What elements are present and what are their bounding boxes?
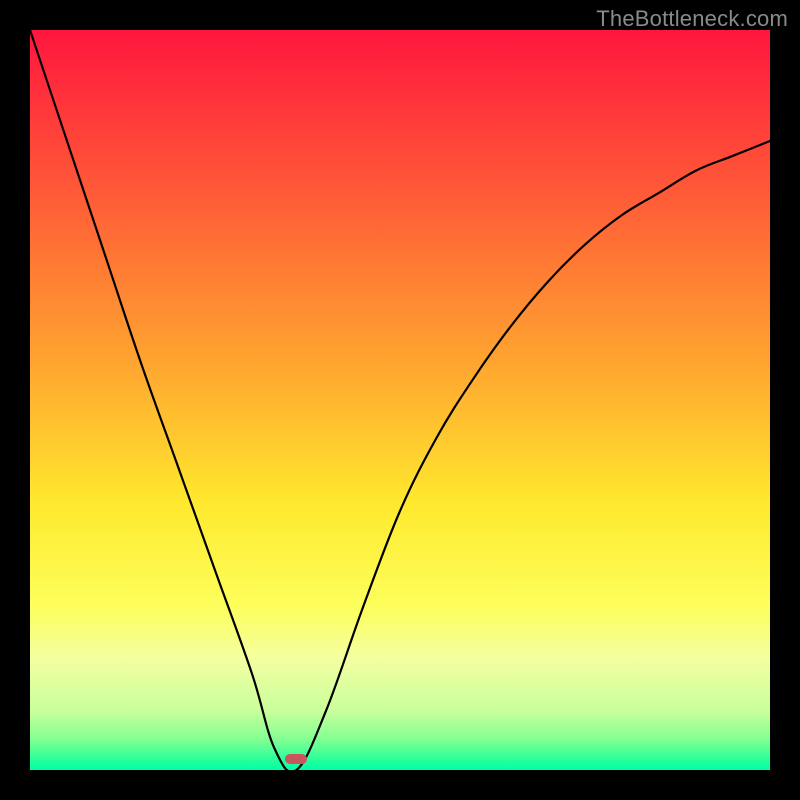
chart-plot-area — [30, 30, 770, 770]
watermark-text: TheBottleneck.com — [596, 6, 788, 32]
optimal-point-marker — [285, 754, 307, 764]
bottleneck-curve — [30, 30, 770, 770]
